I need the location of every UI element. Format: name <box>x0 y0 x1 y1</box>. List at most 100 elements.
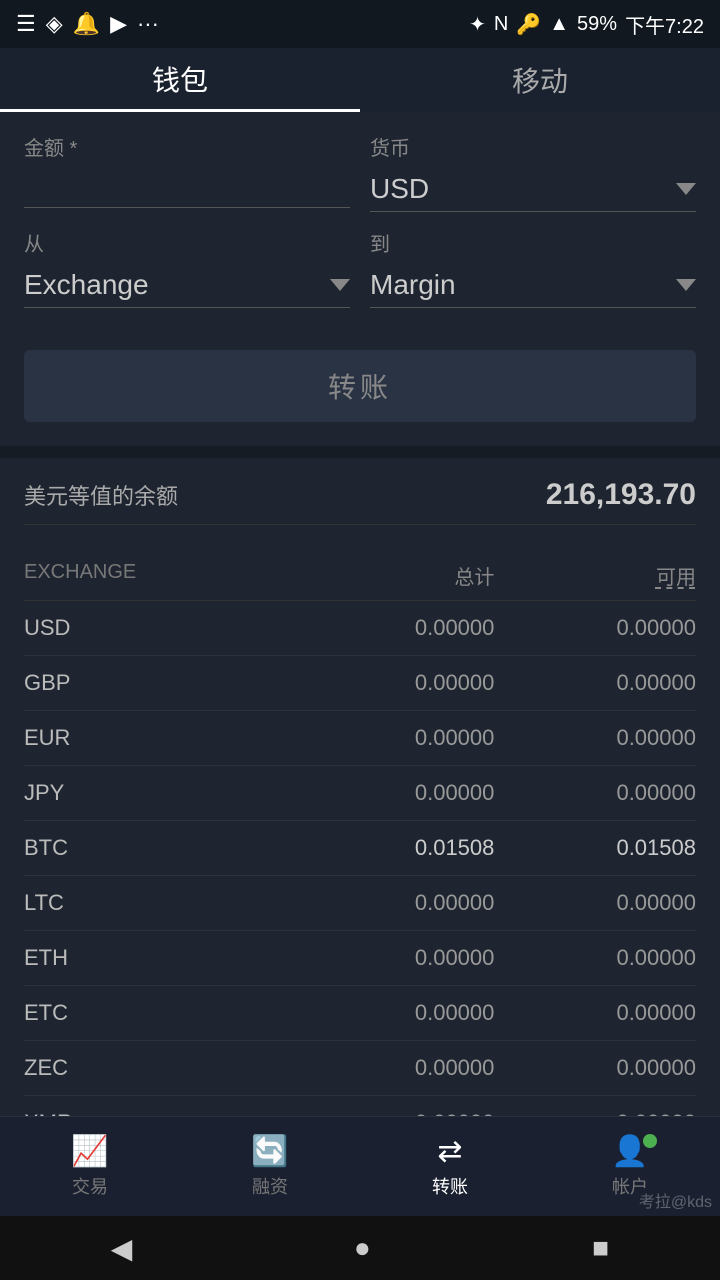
app-icon: ◈ <box>46 11 63 37</box>
recent-button[interactable]: ■ <box>592 1232 609 1264</box>
cell-available: 0.00000 <box>494 945 696 971</box>
balance-section: 美元等值的余额 216,193.70 <box>0 458 720 545</box>
status-left-icons: ☰ ◈ 🔔 ▶ ··· <box>16 11 159 37</box>
cell-total: 0.00000 <box>293 670 495 696</box>
bluetooth-icon: ✦ <box>469 12 486 37</box>
transfer-btn-section: 转账 <box>0 334 720 446</box>
finance-icon: 🔄 <box>251 1134 288 1169</box>
to-select[interactable]: Margin <box>370 263 696 308</box>
cell-currency-name: EUR <box>24 725 293 751</box>
to-label: 到 <box>370 228 696 257</box>
amount-currency-row: 金额 * 货币 USD <box>24 132 696 212</box>
table-row: EUR0.000000.00000 <box>24 711 696 766</box>
from-to-row: 从 Exchange 到 Margin <box>24 228 696 308</box>
cell-currency-name: ETC <box>24 1000 293 1026</box>
bell-icon: 🔔 <box>73 11 100 37</box>
cell-available: 0.01508 <box>494 835 696 861</box>
transfer-button[interactable]: 转账 <box>24 350 696 422</box>
currency-group: 货币 USD <box>370 132 696 212</box>
table-row: ETC0.000000.00000 <box>24 986 696 1041</box>
nav-trade[interactable]: 📈 交易 <box>0 1117 180 1216</box>
from-select[interactable]: Exchange <box>24 263 350 308</box>
cell-available: 0.00000 <box>494 890 696 916</box>
from-dropdown-arrow <box>330 279 350 291</box>
cell-currency-name: JPY <box>24 780 293 806</box>
from-value: Exchange <box>24 269 322 301</box>
col-available-header: 可用 <box>494 561 696 590</box>
send-icon: ▶ <box>110 11 127 37</box>
table-row: USD0.000000.00000 <box>24 601 696 656</box>
cell-total: 0.00000 <box>293 890 495 916</box>
time-display: 下午7:22 <box>625 10 704 39</box>
cell-total: 0.00000 <box>293 780 495 806</box>
cell-total: 0.00000 <box>293 725 495 751</box>
cell-total: 0.00000 <box>293 1055 495 1081</box>
trade-icon: 📈 <box>71 1134 108 1169</box>
table-row: ETH0.000000.00000 <box>24 931 696 986</box>
key-icon: 🔑 <box>516 12 541 37</box>
tab-wallet-label: 钱包 <box>152 59 208 99</box>
transfer-icon: ⇄ <box>437 1134 462 1169</box>
currency-value: USD <box>370 173 668 205</box>
from-group: 从 Exchange <box>24 228 350 308</box>
cell-available: 0.00000 <box>494 670 696 696</box>
cell-total: 0.00000 <box>293 945 495 971</box>
cell-total: 0.01508 <box>293 835 495 861</box>
cell-total: 0.00000 <box>293 1000 495 1026</box>
watermark: 考拉@kds <box>639 1188 712 1212</box>
transfer-form: 金额 * 货币 USD 从 Exchange 到 Margin <box>0 112 720 334</box>
cell-available: 0.00000 <box>494 1000 696 1026</box>
bottom-nav: 📈 交易 🔄 融资 ⇄ 转账 👤 帐户 <box>0 1116 720 1216</box>
currency-dropdown-arrow <box>676 183 696 195</box>
tab-move[interactable]: 移动 <box>360 48 720 112</box>
cell-currency-name: USD <box>24 615 293 641</box>
cell-currency-name: ZEC <box>24 1055 293 1081</box>
cell-currency-name: LTC <box>24 890 293 916</box>
section-divider <box>0 446 720 458</box>
table-row: JPY0.000000.00000 <box>24 766 696 821</box>
col-total-header: 总计 <box>293 561 495 590</box>
to-dropdown-arrow <box>676 279 696 291</box>
nfc-icon: N <box>494 13 508 36</box>
balance-label: 美元等值的余额 <box>24 479 178 511</box>
nav-transfer[interactable]: ⇄ 转账 <box>360 1117 540 1216</box>
battery-text: 59% <box>577 13 617 36</box>
amount-label: 金额 * <box>24 132 350 161</box>
nav-trade-label: 交易 <box>72 1173 108 1199</box>
top-tab-bar: 钱包 移动 <box>0 48 720 112</box>
table-row: BTC0.015080.01508 <box>24 821 696 876</box>
amount-group: 金额 * <box>24 132 350 212</box>
cell-currency-name: GBP <box>24 670 293 696</box>
cell-available: 0.00000 <box>494 725 696 751</box>
cell-available: 0.00000 <box>494 1055 696 1081</box>
nav-transfer-label: 转账 <box>432 1173 468 1199</box>
status-right-icons: ✦ N 🔑 ▲ 59% 下午7:22 <box>469 10 704 39</box>
system-nav: ◀ ● ■ <box>0 1216 720 1280</box>
tab-wallet[interactable]: 钱包 <box>0 48 360 112</box>
table-row: GBP0.000000.00000 <box>24 656 696 711</box>
currency-label: 货币 <box>370 132 696 161</box>
tab-move-label: 移动 <box>512 60 568 100</box>
amount-input[interactable] <box>24 167 350 208</box>
cell-currency-name: ETH <box>24 945 293 971</box>
signal-icon: ▲ <box>549 13 569 36</box>
online-dot <box>643 1134 657 1148</box>
to-value: Margin <box>370 269 668 301</box>
status-bar: ☰ ◈ 🔔 ▶ ··· ✦ N 🔑 ▲ 59% 下午7:22 <box>0 0 720 48</box>
balance-row: 美元等值的余额 216,193.70 <box>24 478 696 525</box>
currency-select[interactable]: USD <box>370 167 696 212</box>
home-button[interactable]: ● <box>354 1232 371 1264</box>
col-section-label: EXCHANGE <box>24 561 293 590</box>
balance-value: 216,193.70 <box>546 478 696 512</box>
cell-available: 0.00000 <box>494 615 696 641</box>
table-row: LTC0.000000.00000 <box>24 876 696 931</box>
dots-icon: ··· <box>137 11 159 37</box>
nav-finance[interactable]: 🔄 融资 <box>180 1117 360 1216</box>
cell-available: 0.00000 <box>494 780 696 806</box>
from-label: 从 <box>24 228 350 257</box>
back-button[interactable]: ◀ <box>111 1232 133 1265</box>
cell-total: 0.00000 <box>293 615 495 641</box>
to-group: 到 Margin <box>370 228 696 308</box>
menu-icon: ☰ <box>16 11 36 37</box>
cell-currency-name: BTC <box>24 835 293 861</box>
